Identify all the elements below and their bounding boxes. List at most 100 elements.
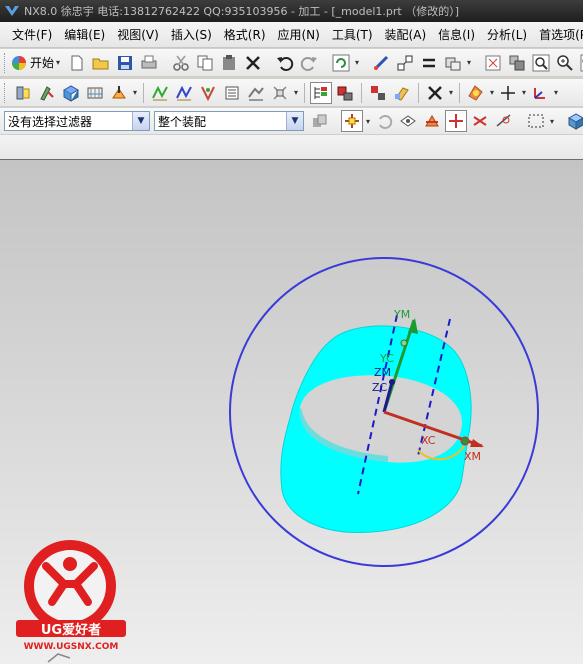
- create-program-icon[interactable]: [12, 82, 34, 104]
- create-operation-icon[interactable]: [108, 82, 130, 104]
- chevron-down-icon[interactable]: ▾: [552, 82, 560, 104]
- start-icon: [12, 55, 26, 70]
- view-triad-icon: [47, 653, 71, 663]
- program-order-view-icon[interactable]: [367, 82, 389, 104]
- toolbar-separator: [459, 82, 460, 103]
- toolbar-grip[interactable]: [4, 82, 8, 103]
- menu-edit[interactable]: 编辑(E): [58, 24, 111, 46]
- chevron-down-icon[interactable]: ▾: [548, 110, 556, 132]
- tangent-icon[interactable]: [493, 110, 515, 132]
- chevron-down-icon[interactable]: ▾: [364, 110, 372, 132]
- z-axis-handle: [389, 379, 395, 385]
- chevron-down-icon[interactable]: ▾: [292, 82, 300, 104]
- render-style-icon[interactable]: [465, 82, 487, 104]
- watermark-brand: UG爱好者: [41, 622, 101, 638]
- cut-icon[interactable]: [170, 52, 192, 74]
- snap-point-icon[interactable]: [341, 110, 363, 132]
- list-path-icon[interactable]: [221, 82, 243, 104]
- redo-icon[interactable]: [298, 52, 320, 74]
- graphics-window[interactable]: YM YC ZM ZC XC XM UG爱好者 WWW.UGSNX.COM: [0, 160, 583, 664]
- snap-icon[interactable]: [394, 52, 416, 74]
- chevron-down-icon[interactable]: ▾: [488, 82, 496, 104]
- point-on-face-icon[interactable]: [445, 110, 467, 132]
- menu-format[interactable]: 格式(R): [218, 24, 272, 46]
- replay-path-icon[interactable]: [173, 82, 195, 104]
- menu-tools[interactable]: 工具(T): [326, 24, 379, 46]
- menu-application[interactable]: 应用(N): [272, 24, 326, 46]
- print-icon[interactable]: [138, 52, 160, 74]
- toolbar-separator: [304, 82, 305, 103]
- rectangle-select-icon[interactable]: [525, 110, 547, 132]
- view-orient-icon[interactable]: [506, 52, 528, 74]
- equals-icon[interactable]: [418, 52, 440, 74]
- chevron-down-icon[interactable]: ▾: [447, 82, 455, 104]
- menu-preferences[interactable]: 首选项(P): [533, 24, 583, 46]
- menu-bar: 文件(F) 编辑(E) 视图(V) 插入(S) 格式(R) 应用(N) 工具(T…: [0, 22, 583, 48]
- type-filter-value: 没有选择过滤器: [8, 114, 93, 129]
- chevron-down-icon[interactable]: ▾: [520, 82, 528, 104]
- paste-icon[interactable]: [218, 52, 240, 74]
- label-xc: XC: [421, 434, 436, 447]
- wcs-icon[interactable]: [529, 82, 551, 104]
- menu-information[interactable]: 信息(I): [432, 24, 481, 46]
- show-hide-icon[interactable]: [397, 110, 419, 132]
- operation-navigator-icon[interactable]: [310, 81, 332, 104]
- chevron-down-icon[interactable]: ▾: [465, 52, 473, 74]
- menu-insert[interactable]: 插入(S): [165, 24, 218, 46]
- zoom-icon[interactable]: [554, 52, 576, 74]
- split-icon[interactable]: [421, 110, 443, 132]
- y-axis-handle: [400, 339, 408, 347]
- delete-icon[interactable]: [424, 82, 446, 104]
- new-file-icon[interactable]: [66, 52, 88, 74]
- chevron-down-icon[interactable]: ▾: [131, 82, 139, 104]
- standard-toolbar: 开始 ▾ ▾ ▾: [0, 49, 583, 77]
- undo-selection-icon[interactable]: [373, 110, 395, 132]
- chevron-down-icon[interactable]: ▾: [353, 52, 361, 74]
- label-zc: ZC: [372, 381, 388, 394]
- measure-icon[interactable]: [370, 52, 392, 74]
- toolbar-grip[interactable]: [4, 52, 5, 73]
- open-folder-icon[interactable]: [90, 52, 112, 74]
- chevron-down-icon[interactable]: ▼: [132, 112, 149, 130]
- save-icon[interactable]: [114, 52, 136, 74]
- create-method-icon[interactable]: [84, 82, 106, 104]
- create-tool-icon[interactable]: [36, 82, 58, 104]
- menu-analysis[interactable]: 分析(L): [481, 24, 533, 46]
- pan-icon[interactable]: [578, 52, 583, 74]
- layer-icon[interactable]: [442, 52, 464, 74]
- intersect-icon[interactable]: [469, 110, 491, 132]
- refresh-icon[interactable]: [330, 52, 352, 74]
- solid-cube-icon[interactable]: [565, 110, 583, 132]
- ugsnx-watermark-logo: UG爱好者 WWW.UGSNX.COM: [16, 540, 126, 652]
- crosshair-icon[interactable]: [497, 82, 519, 104]
- postprocess-icon[interactable]: [245, 82, 267, 104]
- start-button[interactable]: 开始 ▾: [8, 52, 65, 74]
- generate-path-icon[interactable]: [149, 82, 171, 104]
- window-title-bar: NX8.0 徐忠宇 电话:13812762422 QQ:935103956 - …: [0, 0, 583, 22]
- verify-path-icon[interactable]: [197, 82, 219, 104]
- x-axis-handle: [460, 436, 470, 446]
- label-ym: YM: [393, 308, 410, 321]
- create-geometry-icon[interactable]: [60, 82, 82, 104]
- fit-view-icon[interactable]: [482, 52, 504, 74]
- geometry-view-icon[interactable]: [391, 82, 413, 104]
- nx-app-icon: [5, 6, 19, 16]
- undo-icon[interactable]: [274, 52, 296, 74]
- label-yc: YC: [379, 352, 394, 365]
- menu-view[interactable]: 视图(V): [111, 24, 165, 46]
- type-filter-select[interactable]: 没有选择过滤器 ▼: [4, 111, 150, 131]
- feature-toolbar: ▾ ▾ ▾ ▾ ▾ ▾: [0, 79, 583, 107]
- chevron-down-icon[interactable]: ▼: [286, 112, 303, 130]
- copy-icon[interactable]: [194, 52, 216, 74]
- menu-assembly[interactable]: 装配(A): [379, 24, 433, 46]
- selection-scope-select[interactable]: 整个装配 ▼: [154, 111, 304, 131]
- select-features-icon[interactable]: [309, 110, 331, 132]
- shop-doc-icon[interactable]: [269, 82, 291, 104]
- menu-file[interactable]: 文件(F): [6, 24, 58, 46]
- toolbar-separator: [418, 82, 419, 103]
- x-axis-arrow: [470, 439, 484, 447]
- zoom-window-icon[interactable]: [530, 52, 552, 74]
- delete-icon[interactable]: [242, 52, 264, 74]
- toolbar-separator: [361, 82, 362, 103]
- machine-tool-view-icon[interactable]: [334, 82, 356, 104]
